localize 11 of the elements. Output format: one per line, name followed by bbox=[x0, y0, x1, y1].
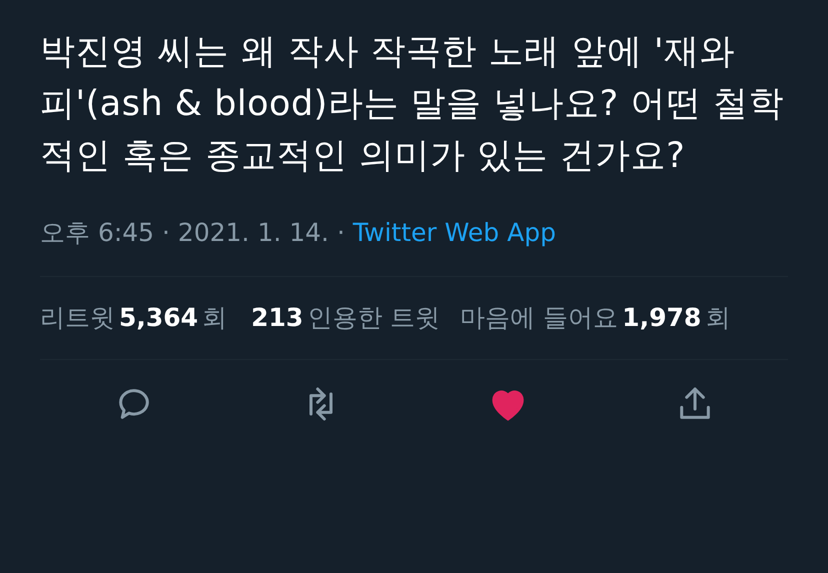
stat-label: 리트윗 bbox=[40, 303, 115, 332]
stat-label: 마음에 들어요 bbox=[460, 303, 618, 332]
stat-count: 5,364 bbox=[119, 303, 198, 332]
tweet-timestamp: 오후 6:45 · 2021. 1. 14. · bbox=[40, 218, 345, 248]
source-link[interactable]: Twitter Web App bbox=[352, 218, 556, 248]
tweet-text: 박진영 씨는 왜 작사 작곡한 노래 앞에 '재와 피'(ash & blood)라는 말을 넣나요? 어떤 철학적인 혹은 종교적인 의미가 있는 건가요? bbox=[40, 31, 785, 178]
stat-count: 213 bbox=[251, 303, 304, 332]
stat-label: 회 bbox=[705, 303, 730, 332]
stat-count: 1,978 bbox=[622, 303, 702, 332]
stat-label: 인용한 트윗 bbox=[307, 303, 440, 332]
stat-label: 회 bbox=[202, 303, 228, 332]
